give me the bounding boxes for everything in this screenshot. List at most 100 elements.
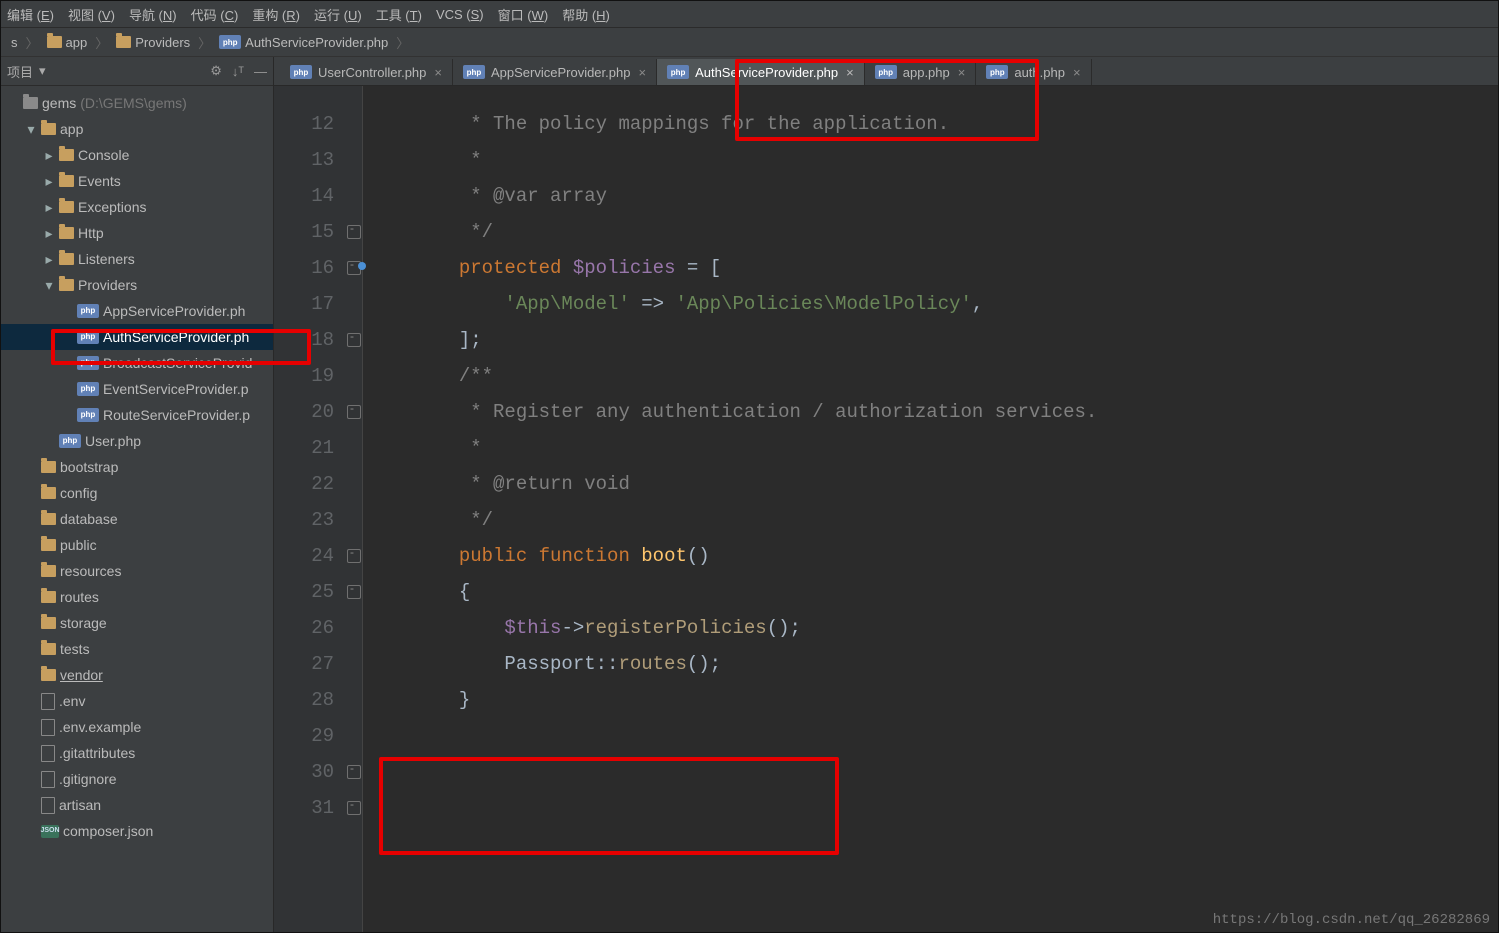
- hide-panel-icon[interactable]: —: [254, 64, 267, 79]
- project-panel-header[interactable]: 项目 ▾ ⚙ ↓ᵀ —: [1, 57, 273, 86]
- breakpoint-gutter[interactable]: [274, 86, 288, 932]
- code-line[interactable]: ];: [379, 322, 1498, 358]
- fold-toggle-icon[interactable]: [347, 585, 361, 599]
- code-line[interactable]: * @return void: [379, 466, 1498, 502]
- close-icon[interactable]: ×: [846, 65, 854, 80]
- chevron-right-icon[interactable]: ▸: [43, 196, 55, 218]
- chevron-right-icon[interactable]: ▸: [43, 170, 55, 192]
- tree-node[interactable]: ▸Exceptions: [1, 194, 273, 220]
- code-area[interactable]: 1213141516171819202122232425262728293031…: [274, 86, 1498, 932]
- close-icon[interactable]: ×: [434, 65, 442, 80]
- code-text[interactable]: * The policy mappings for the applicatio…: [363, 86, 1498, 932]
- tree-node[interactable]: ·vendor: [1, 662, 273, 688]
- code-line[interactable]: */: [379, 214, 1498, 250]
- menu-item[interactable]: 工具 (T): [376, 5, 422, 24]
- tree-node[interactable]: ▾Providers: [1, 272, 273, 298]
- breadcrumb-item[interactable]: app: [41, 28, 94, 56]
- close-icon[interactable]: ×: [958, 65, 966, 80]
- tree-node[interactable]: ·phpUser.php: [1, 428, 273, 454]
- menu-item[interactable]: 导航 (N): [129, 5, 177, 24]
- tree-node[interactable]: ·public: [1, 532, 273, 558]
- breadcrumb-item[interactable]: s: [5, 28, 24, 56]
- code-line[interactable]: *: [379, 430, 1498, 466]
- tree-node[interactable]: ·routes: [1, 584, 273, 610]
- menu-bar[interactable]: 编辑 (E) 视图 (V) 导航 (N) 代码 (C) 重构 (R) 运行 (U) 工具 (…: [1, 1, 1498, 28]
- breadcrumb[interactable]: s〉app〉Providers〉phpAuthServiceProvider.p…: [1, 28, 1498, 57]
- code-line[interactable]: Passport::routes();: [379, 646, 1498, 682]
- tree-node[interactable]: ·tests: [1, 636, 273, 662]
- editor-tab[interactable]: phpapp.php×: [865, 59, 977, 85]
- chevron-right-icon[interactable]: ▸: [43, 222, 55, 244]
- tree-node[interactable]: ·resources: [1, 558, 273, 584]
- code-line[interactable]: * The policy mappings for the applicatio…: [379, 106, 1498, 142]
- line-number: 23: [288, 502, 334, 538]
- tree-node[interactable]: ·phpEventServiceProvider.p: [1, 376, 273, 402]
- fold-toggle-icon[interactable]: [347, 549, 361, 563]
- fold-toggle-icon[interactable]: [347, 333, 361, 347]
- menu-item[interactable]: 代码 (C): [191, 5, 239, 24]
- chevron-down-icon[interactable]: ▾: [43, 274, 55, 296]
- menu-item[interactable]: 运行 (U): [314, 5, 362, 24]
- tree-node[interactable]: ·phpAppServiceProvider.ph: [1, 298, 273, 324]
- collapse-icon[interactable]: ↓ᵀ: [232, 64, 244, 79]
- folder-icon: [41, 461, 56, 473]
- breadcrumb-item[interactable]: phpAuthServiceProvider.php: [213, 28, 394, 56]
- chevron-right-icon[interactable]: ▸: [43, 248, 55, 270]
- editor-tab[interactable]: phpauth.php×: [976, 59, 1091, 85]
- tree-node[interactable]: ·database: [1, 506, 273, 532]
- fold-toggle-icon[interactable]: [347, 225, 361, 239]
- tree-node[interactable]: ·config: [1, 480, 273, 506]
- tree-node[interactable]: ·JSONcomposer.json: [1, 818, 273, 844]
- tree-node[interactable]: ·phpBroadcastServiceProvid: [1, 350, 273, 376]
- tree-node[interactable]: ▸Http: [1, 220, 273, 246]
- fold-toggle-icon[interactable]: [347, 801, 361, 815]
- tree-node[interactable]: ·gems (D:\GEMS\gems): [1, 90, 273, 116]
- menu-item[interactable]: 窗口 (W): [498, 5, 549, 24]
- fold-toggle-icon[interactable]: [347, 765, 361, 779]
- editor-tab[interactable]: phpAppServiceProvider.php×: [453, 59, 657, 85]
- fold-gutter[interactable]: [344, 86, 363, 932]
- tree-node[interactable]: ▸Listeners: [1, 246, 273, 272]
- tree-node[interactable]: ▸Events: [1, 168, 273, 194]
- tree-node[interactable]: ▸Console: [1, 142, 273, 168]
- code-line[interactable]: protected $policies = [: [379, 250, 1498, 286]
- code-line[interactable]: {: [379, 574, 1498, 610]
- menu-item[interactable]: 编辑 (E): [7, 5, 54, 24]
- tree-node[interactable]: ·storage: [1, 610, 273, 636]
- override-marker-icon[interactable]: [358, 262, 366, 270]
- tree-node[interactable]: ·.env: [1, 688, 273, 714]
- menu-item[interactable]: 视图 (V): [68, 5, 115, 24]
- close-icon[interactable]: ×: [638, 65, 646, 80]
- fold-toggle-icon[interactable]: [347, 405, 361, 419]
- code-line[interactable]: * @var array: [379, 178, 1498, 214]
- menu-item[interactable]: 帮助 (H): [562, 5, 610, 24]
- code-line[interactable]: }: [379, 682, 1498, 718]
- editor-tab[interactable]: phpUserController.php×: [280, 59, 453, 85]
- project-tree[interactable]: ·gems (D:\GEMS\gems)▾app▸Console▸Events▸…: [1, 86, 273, 932]
- code-line[interactable]: /**: [379, 358, 1498, 394]
- tree-node[interactable]: ·.gitignore: [1, 766, 273, 792]
- chevron-right-icon[interactable]: ▸: [43, 144, 55, 166]
- code-line[interactable]: */: [379, 502, 1498, 538]
- code-line[interactable]: * Register any authentication / authoriz…: [379, 394, 1498, 430]
- close-icon[interactable]: ×: [1073, 65, 1081, 80]
- chevron-down-icon[interactable]: ▾: [39, 63, 46, 79]
- tree-node[interactable]: ·artisan: [1, 792, 273, 818]
- editor-tabs[interactable]: phpUserController.php×phpAppServiceProvi…: [274, 57, 1498, 86]
- menu-item[interactable]: 重构 (R): [252, 5, 300, 24]
- code-line[interactable]: public function boot(): [379, 538, 1498, 574]
- settings-icon[interactable]: ⚙: [210, 63, 222, 79]
- tree-node[interactable]: ▾app: [1, 116, 273, 142]
- menu-item[interactable]: VCS (S): [436, 7, 484, 22]
- chevron-down-icon[interactable]: ▾: [25, 118, 37, 140]
- tree-node[interactable]: ·.gitattributes: [1, 740, 273, 766]
- tree-node-selected[interactable]: ·phpAuthServiceProvider.ph: [1, 324, 273, 350]
- code-line[interactable]: *: [379, 142, 1498, 178]
- tree-node[interactable]: ·.env.example: [1, 714, 273, 740]
- tree-node[interactable]: ·phpRouteServiceProvider.p: [1, 402, 273, 428]
- tree-node[interactable]: ·bootstrap: [1, 454, 273, 480]
- editor-tab[interactable]: phpAuthServiceProvider.php×: [657, 59, 865, 85]
- breadcrumb-item[interactable]: Providers: [110, 28, 196, 56]
- code-line[interactable]: 'App\Model' => 'App\Policies\ModelPolicy…: [379, 286, 1498, 322]
- code-line[interactable]: $this->registerPolicies();: [379, 610, 1498, 646]
